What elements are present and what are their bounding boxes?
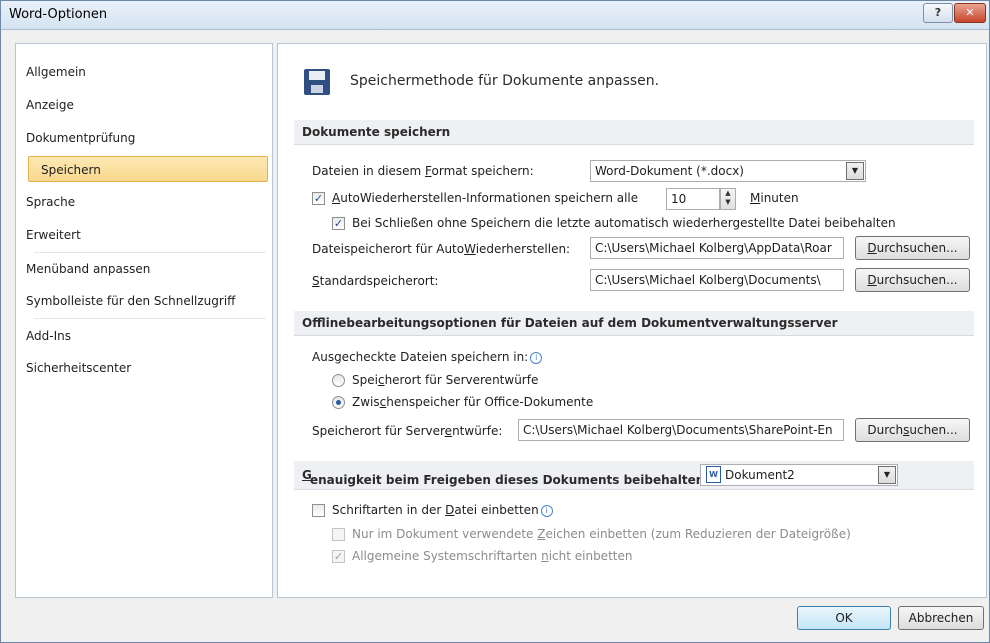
sidebar-item-add-ins[interactable]: Add-Ins: [26, 323, 71, 349]
autorecover-checkbox[interactable]: ✓: [312, 192, 325, 205]
autorecover-label: AutoWiederherstellen-Informationen speic…: [332, 191, 639, 205]
sidebar-item-dokumentpruefung[interactable]: Dokumentprüfung: [26, 125, 135, 151]
no-system-fonts-label: Allgemeine Systemschriftarten nicht einb…: [352, 549, 633, 563]
info-icon[interactable]: i: [540, 505, 553, 517]
sidebar-item-sicherheitscenter[interactable]: Sicherheitscenter: [26, 355, 131, 381]
embed-fonts-checkbox[interactable]: [312, 504, 325, 517]
section-title: Genauigkeit beim Freigeben dieses Dokume…: [302, 468, 710, 487]
sidebar-item-anzeige[interactable]: Anzeige: [26, 92, 74, 118]
embed-only-used-chars-label: Nur im Dokument verwendete Zeichen einbe…: [352, 527, 851, 541]
ok-button[interactable]: OK: [797, 606, 891, 630]
info-icon[interactable]: i: [530, 352, 543, 364]
autorecover-location-input[interactable]: C:\Users\Michael Kolberg\AppData\Roar: [590, 237, 844, 259]
chevron-down-icon[interactable]: ▼: [878, 466, 896, 484]
spin-up-icon[interactable]: ▲: [721, 189, 735, 198]
category-sidebar: Allgemein Anzeige Dokumentprüfung Speich…: [15, 43, 273, 598]
save-format-value: Word-Dokument (*.docx): [595, 164, 744, 178]
default-location-label: Standardspeicherort:: [312, 274, 439, 288]
keep-last-version-label: Bei Schließen ohne Speichern die letzte …: [352, 216, 896, 230]
minutes-stepper[interactable]: ▲ ▼: [720, 188, 736, 210]
title-bar: Word-Optionen ? ✕: [1, 1, 989, 30]
section-header-dokumente-speichern: Dokumente speichern: [294, 120, 974, 145]
section-header-offline: Offlinebearbeitungsoptionen für Dateien …: [294, 311, 974, 336]
save-disk-icon: [304, 69, 330, 95]
radio-office-cache-label: Zwischenspeicher für Office-Dokumente: [352, 395, 594, 409]
sidebar-item-schnellzugriff[interactable]: Symbolleiste für den Schnellzugriff: [26, 288, 235, 314]
help-button[interactable]: ?: [923, 3, 953, 23]
save-format-dropdown[interactable]: Word-Dokument (*.docx): [590, 160, 866, 182]
word-document-icon: W: [706, 466, 721, 483]
sidebar-divider: [34, 318, 266, 319]
drafts-location-label: Speicherort für Serverentwürfe:: [312, 424, 503, 438]
window-title: Word-Optionen: [9, 7, 108, 22]
word-options-dialog: Word-Optionen ? ✕ Allgemein Anzeige Doku…: [0, 0, 990, 643]
minutes-label: Minuten: [750, 191, 799, 205]
sidebar-item-menueband[interactable]: Menüband anpassen: [26, 256, 150, 282]
browse-autorecover-button[interactable]: Durchsuchen...: [855, 236, 970, 260]
sidebar-item-sprache[interactable]: Sprache: [26, 189, 75, 215]
fidelity-document-dropdown[interactable]: Dokument2: [700, 464, 898, 486]
section-title: Offlinebearbeitungsoptionen für Dateien …: [302, 316, 838, 330]
cancel-button[interactable]: Abbrechen: [898, 606, 984, 630]
radio-server-drafts-label: Speicherort für Serverentwürfe: [352, 373, 539, 387]
sidebar-divider: [34, 252, 266, 253]
sidebar-item-allgemein[interactable]: Allgemein: [26, 59, 86, 85]
autorecover-minutes-input[interactable]: 10: [666, 188, 720, 210]
keep-last-version-checkbox[interactable]: ✓: [332, 217, 345, 230]
sidebar-item-erweitert[interactable]: Erweitert: [26, 222, 81, 248]
options-panel: Speichermethode für Dokumente anpassen. …: [277, 43, 987, 598]
default-location-input[interactable]: C:\Users\Michael Kolberg\Documents\: [590, 269, 844, 291]
embed-only-used-chars-checkbox[interactable]: [332, 528, 345, 541]
browse-drafts-button[interactable]: Durchsuchen...: [855, 418, 970, 442]
close-button[interactable]: ✕: [954, 3, 986, 23]
spin-down-icon[interactable]: ▼: [721, 198, 735, 207]
drafts-location-input[interactable]: C:\Users\Michael Kolberg\Documents\Share…: [518, 419, 844, 441]
no-system-fonts-checkbox[interactable]: ✓: [332, 550, 345, 563]
checked-out-label: Ausgecheckte Dateien speichern in: i: [312, 350, 543, 364]
browse-default-location-button[interactable]: Durchsuchen...: [855, 268, 970, 292]
format-label: Dateien in diesem Format speichern:: [312, 164, 534, 178]
chevron-down-icon[interactable]: ▼: [846, 162, 864, 180]
sidebar-item-speichern[interactable]: Speichern: [28, 156, 268, 182]
autorecover-location-label: Dateispeicherort für AutoWiederherstelle…: [312, 242, 571, 256]
radio-server-drafts[interactable]: [332, 374, 345, 387]
page-title: Speichermethode für Dokumente anpassen.: [350, 73, 660, 89]
section-title: Dokumente speichern: [302, 125, 451, 139]
radio-office-cache[interactable]: [332, 396, 345, 409]
embed-fonts-label: Schriftarten in der Datei einbetten i: [332, 503, 553, 517]
